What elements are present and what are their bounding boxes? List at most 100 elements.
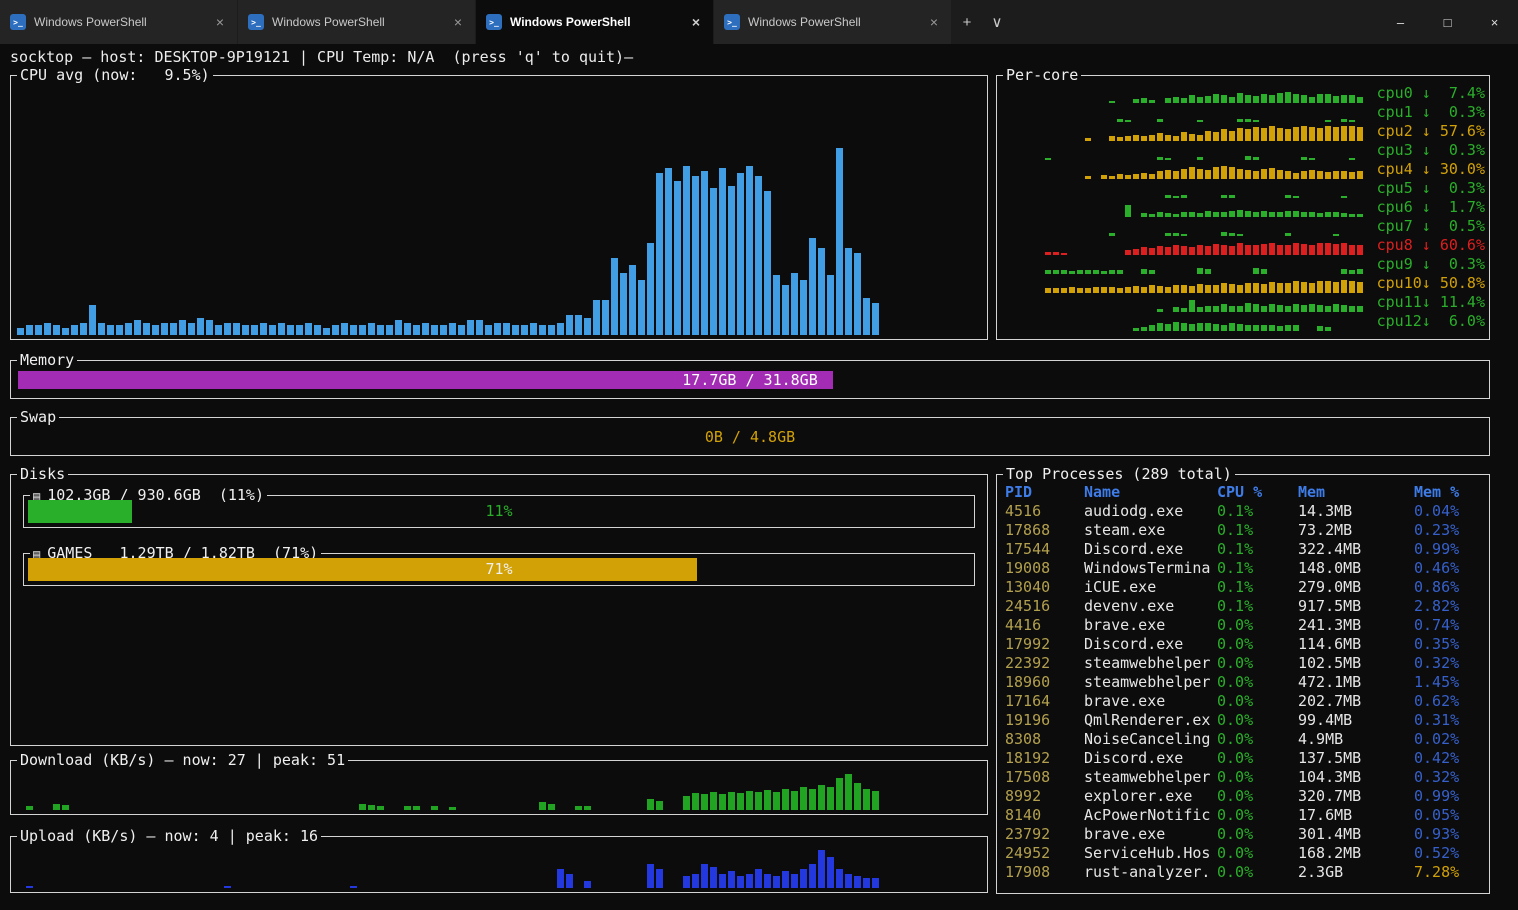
process-row: 13040iCUE.exe0.1%279.0MB0.86% — [999, 578, 1487, 597]
chart-bar — [1045, 270, 1051, 274]
chart-bar — [1141, 136, 1147, 141]
core-row-cpu3: cpu3 ↓ 0.3% — [1003, 141, 1485, 160]
chart-bar — [233, 323, 240, 335]
process-cell: 0.32% — [1414, 654, 1481, 673]
chart-bar — [242, 325, 249, 335]
new-tab-button[interactable]: + — [952, 0, 982, 44]
core-sparkline — [1003, 162, 1363, 179]
process-cell: 0.62% — [1414, 692, 1481, 711]
process-cell: 279.0MB — [1298, 578, 1414, 597]
chart-bar — [1349, 158, 1355, 160]
chart-bar — [1285, 195, 1291, 198]
chart-bar — [1309, 304, 1315, 312]
process-cell: 0.1% — [1217, 578, 1298, 597]
chart-bar — [1317, 94, 1323, 103]
memory-usage-label: 17.7GB / 31.8GB — [18, 371, 1482, 389]
chart-bar — [746, 791, 753, 810]
process-cell: 0.99% — [1414, 787, 1481, 806]
core-sparkline — [1003, 200, 1363, 217]
tab-close-icon[interactable]: × — [689, 14, 703, 30]
chart-bar — [431, 806, 438, 810]
terminal-screen[interactable]: socktop — host: DESKTOP-9P19121 | CPU Te… — [0, 44, 1518, 910]
core-row-cpu1: cpu1 ↓ 0.3% — [1003, 103, 1485, 122]
chart-bar — [1125, 175, 1131, 179]
chart-bar — [350, 886, 357, 888]
chart-bar — [836, 869, 843, 888]
core-usage-label: cpu5 ↓ 0.3% — [1363, 179, 1485, 198]
tab-4[interactable]: >_ Windows PowerShell × — [714, 0, 951, 44]
chart-bar — [449, 323, 456, 335]
process-cell: NoiseCanceling — [1084, 730, 1217, 749]
chart-bar — [1133, 286, 1139, 293]
process-cell: 17508 — [1005, 768, 1084, 787]
chart-bar — [1277, 245, 1283, 255]
chart-bar — [764, 790, 771, 810]
tab-2[interactable]: >_ Windows PowerShell × — [238, 0, 475, 44]
tab-3-active[interactable]: >_ Windows PowerShell × — [476, 0, 713, 44]
chart-bar — [1333, 127, 1339, 141]
process-cell: 0.0% — [1217, 635, 1298, 654]
minimize-button[interactable]: – — [1377, 0, 1424, 44]
chart-bar — [1173, 285, 1179, 293]
chart-bar — [440, 325, 447, 335]
chart-bar — [1325, 243, 1331, 255]
chart-bar — [1197, 323, 1203, 331]
process-cell: 301.4MB — [1298, 825, 1414, 844]
chart-bar — [1165, 135, 1171, 141]
chart-bar — [728, 792, 735, 810]
process-cell: 8140 — [1005, 806, 1084, 825]
close-button[interactable]: × — [1471, 0, 1518, 44]
chart-bar — [728, 186, 735, 335]
process-cell: 0.31% — [1414, 711, 1481, 730]
chart-bar — [692, 176, 699, 335]
chart-bar — [710, 792, 717, 810]
tab-close-icon[interactable]: × — [213, 14, 227, 30]
tab-label: Windows PowerShell — [34, 15, 205, 29]
chart-bar — [773, 876, 780, 888]
chart-bar — [1061, 288, 1067, 293]
core-row-cpu6: cpu6 ↓ 1.7% — [1003, 198, 1485, 217]
chart-bar — [1333, 212, 1339, 217]
chart-bar — [1325, 306, 1331, 312]
chart-bar — [1157, 212, 1163, 217]
chart-bar — [1157, 246, 1163, 255]
chart-bar — [1245, 119, 1251, 122]
cpu-avg-panel-title: CPU avg (now: 9.5%) — [17, 66, 213, 85]
tab-close-icon[interactable]: × — [451, 14, 465, 30]
chart-bar — [1221, 283, 1227, 293]
process-row: 18192Discord.exe0.0%137.5MB0.42% — [999, 749, 1487, 768]
tab-1[interactable]: >_ Windows PowerShell × — [0, 0, 237, 44]
top-processes-panel-title: Top Processes (289 total) — [1003, 465, 1235, 484]
chart-bar — [1181, 308, 1187, 312]
chart-bar — [1045, 288, 1051, 293]
chart-bar — [1189, 212, 1195, 217]
maximize-button[interactable]: □ — [1424, 0, 1471, 44]
chart-bar — [818, 850, 825, 888]
process-row: 17868steam.exe0.1%73.2MB0.23% — [999, 521, 1487, 540]
chart-bar — [1229, 195, 1235, 198]
chart-bar — [1285, 211, 1291, 217]
tab-dropdown-button[interactable]: ∨ — [982, 0, 1012, 44]
process-cell: 0.0% — [1217, 806, 1298, 825]
chart-bar — [341, 323, 348, 335]
chart-bar — [1149, 285, 1155, 293]
chart-bar — [1349, 120, 1355, 122]
chart-bar — [161, 323, 168, 335]
chart-bar — [683, 796, 690, 810]
chart-bar — [1229, 246, 1235, 255]
process-cell: 202.7MB — [1298, 692, 1414, 711]
chart-bar — [224, 886, 231, 888]
chart-bar — [1141, 269, 1147, 274]
chart-bar — [1109, 136, 1115, 141]
chart-bar — [1309, 245, 1315, 255]
chart-bar — [1293, 94, 1299, 103]
chart-bar — [260, 323, 267, 335]
process-cell: 17908 — [1005, 863, 1084, 882]
tab-close-icon[interactable]: × — [927, 14, 941, 30]
chart-bar — [1229, 323, 1235, 331]
chart-bar — [1173, 233, 1179, 236]
process-cell: 0.86% — [1414, 578, 1481, 597]
chart-bar — [1245, 170, 1251, 179]
chart-bar — [1085, 288, 1091, 293]
chart-bar — [1205, 96, 1211, 103]
